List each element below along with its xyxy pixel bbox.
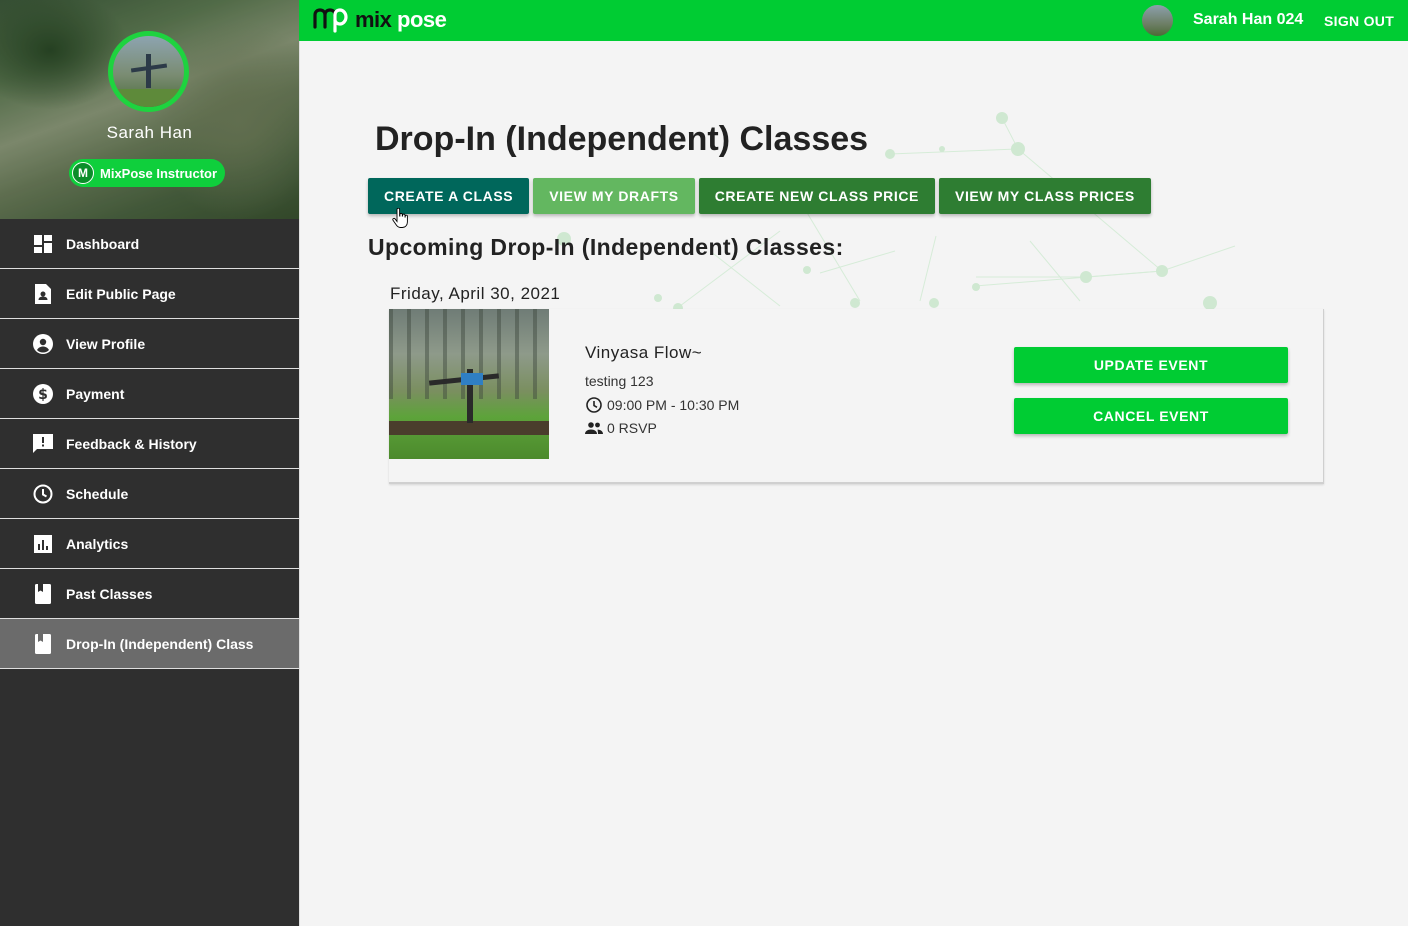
- sidebar-item-label: Feedback & History: [66, 435, 197, 452]
- sidebar-item-feedback-history[interactable]: Feedback & History: [0, 419, 299, 469]
- sign-out-button[interactable]: SIGN OUT: [1324, 13, 1394, 29]
- sidebar-item-label: View Profile: [66, 335, 146, 352]
- people-icon: [585, 422, 603, 434]
- sidebar-item-label: Payment: [66, 385, 125, 402]
- logo-text: mix pose: [355, 7, 447, 32]
- sidebar-item-view-profile[interactable]: View Profile: [0, 319, 299, 369]
- user-name[interactable]: Sarah Han 024: [1193, 11, 1303, 29]
- book-icon: [33, 583, 53, 604]
- hand-cursor-icon: [392, 208, 408, 228]
- event-description: testing 123: [585, 373, 654, 389]
- role-badge: M MixPose Instructor: [69, 159, 226, 187]
- top-bar: mix pose Sarah Han 024 SIGN OUT: [299, 0, 1408, 41]
- update-event-button[interactable]: UPDATE EVENT: [1014, 347, 1288, 383]
- sidebar-item-dashboard[interactable]: Dashboard: [0, 219, 299, 269]
- profile-avatar[interactable]: [108, 31, 189, 112]
- sidebar-nav: Dashboard Edit Public Page View Profile …: [0, 219, 299, 669]
- role-initial: M: [72, 162, 94, 184]
- sidebar-item-label: Analytics: [66, 535, 129, 552]
- profile-name: Sarah Han: [106, 123, 193, 142]
- event-time-text: 09:00 PM - 10:30 PM: [607, 397, 740, 413]
- sidebar: Sarah Han M MixPose Instructor Dashboard…: [0, 0, 299, 926]
- sidebar-item-past-classes[interactable]: Past Classes: [0, 569, 299, 619]
- analytics-icon: [33, 534, 53, 554]
- event-rsvp: 0 RSVP: [585, 420, 657, 436]
- main-content: Drop-In (Independent) Classes CREATE A C…: [299, 41, 1408, 926]
- dollar-icon: $: [33, 383, 53, 404]
- sidebar-item-schedule[interactable]: Schedule: [0, 469, 299, 519]
- account-icon: [33, 333, 53, 354]
- sidebar-item-drop-in-class[interactable]: Drop-In (Independent) Class: [0, 619, 299, 669]
- event-thumbnail[interactable]: [389, 309, 549, 459]
- sidebar-item-label: Drop-In (Independent) Class: [66, 635, 254, 652]
- create-class-price-button[interactable]: CREATE NEW CLASS PRICE: [698, 178, 935, 214]
- view-class-prices-button[interactable]: VIEW MY CLASS PRICES: [939, 178, 1151, 214]
- event-name: Vinyasa Flow~: [585, 343, 703, 362]
- event-date-label: Friday, April 30, 2021: [390, 284, 561, 303]
- sidebar-item-label: Past Classes: [66, 585, 153, 602]
- action-button-row: CREATE A CLASS VIEW MY DRAFTS CREATE NEW…: [368, 178, 1151, 214]
- sidebar-item-payment[interactable]: $ Payment: [0, 369, 299, 419]
- clock-icon: [586, 397, 602, 413]
- event-card: Vinyasa Flow~ testing 123 09:00 PM - 10:…: [389, 309, 1324, 484]
- sidebar-item-analytics[interactable]: Analytics: [0, 519, 299, 569]
- sidebar-item-label: Schedule: [66, 485, 129, 502]
- page-title: Drop-In (Independent) Classes: [375, 120, 869, 158]
- sidebar-item-label: Edit Public Page: [66, 285, 176, 302]
- sidebar-item-label: Dashboard: [66, 235, 140, 252]
- event-time: 09:00 PM - 10:30 PM: [585, 396, 739, 414]
- cancel-event-button[interactable]: CANCEL EVENT: [1014, 398, 1288, 434]
- book-icon: [33, 633, 53, 654]
- event-rsvp-text: 0 RSVP: [607, 420, 657, 436]
- upcoming-section-title: Upcoming Drop-In (Independent) Classes:: [368, 234, 844, 260]
- clock-icon: [33, 484, 53, 504]
- dashboard-icon: [33, 234, 53, 254]
- profile-header: Sarah Han M MixPose Instructor: [0, 0, 299, 219]
- app-logo[interactable]: mix pose: [313, 7, 447, 33]
- feedback-icon: [33, 433, 53, 454]
- logo-mark-icon: [313, 8, 348, 33]
- sidebar-item-edit-public-page[interactable]: Edit Public Page: [0, 269, 299, 319]
- page-icon: [33, 283, 53, 304]
- user-avatar[interactable]: [1142, 5, 1173, 36]
- view-drafts-button[interactable]: VIEW MY DRAFTS: [533, 178, 695, 214]
- role-label: MixPose Instructor: [100, 165, 218, 181]
- svg-text:$: $: [38, 387, 48, 403]
